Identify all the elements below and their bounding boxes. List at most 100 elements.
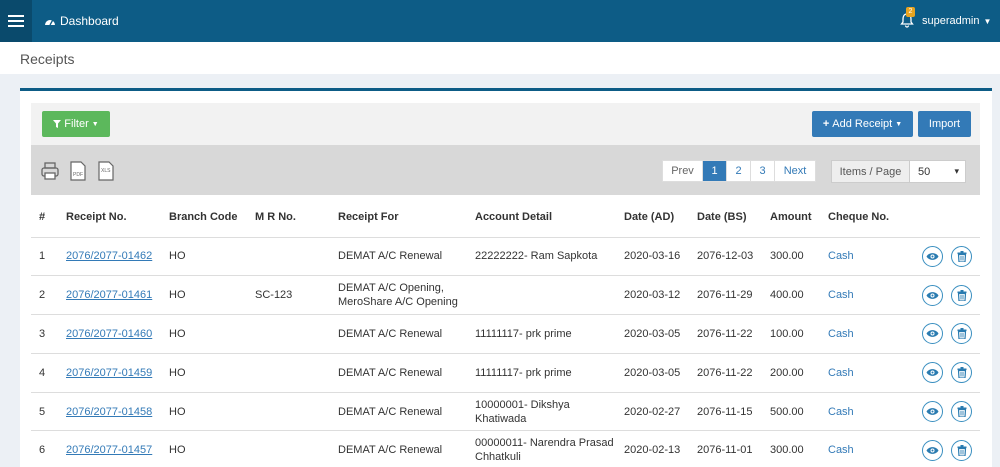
date-ad-cell: 2020-03-12: [616, 275, 689, 316]
receipt-for-cell: DEMAT A/C Renewal: [330, 430, 467, 467]
cheque-no-cell: Cash: [820, 314, 890, 354]
date-bs-cell: 2076-11-01: [689, 430, 762, 467]
branch-code-cell: HO: [161, 392, 247, 432]
import-button[interactable]: Import: [918, 111, 971, 137]
cheque-no-cell: Cash: [820, 275, 890, 316]
mr-no-cell: [247, 237, 330, 277]
next-page-button[interactable]: Next: [775, 161, 815, 181]
amount-cell: 500.00: [762, 392, 820, 432]
delete-button[interactable]: [951, 245, 972, 267]
account-detail-line: 22222222- Ram Sapkota: [475, 250, 598, 263]
eye-icon: [926, 369, 939, 377]
items-per-page-label: Items / Page: [832, 161, 910, 182]
account-detail-line: Khatiwada: [475, 412, 527, 425]
date-bs-cell: 2076-11-29: [689, 275, 762, 316]
username: superadmin: [922, 15, 980, 27]
row-number: 5: [31, 392, 58, 432]
mr-no-cell: [247, 392, 330, 432]
table-row: 5 2076/2077-01458 HO DEMAT A/C Renewal 10000…: [31, 392, 980, 432]
account-detail-line: 11111117- prk prime: [475, 327, 572, 340]
receipt-link[interactable]: 2076/2077-01462: [66, 250, 152, 262]
delete-button[interactable]: [951, 284, 972, 306]
delete-button[interactable]: [951, 323, 972, 345]
view-button[interactable]: [922, 284, 943, 306]
branch-code-cell: HO: [161, 430, 247, 467]
xls-icon[interactable]: XLS: [97, 161, 115, 181]
filter-button[interactable]: Filter ▼: [42, 111, 110, 137]
items-per-page-select[interactable]: 50 ▾: [910, 161, 965, 182]
dashboard-icon: [45, 20, 55, 26]
cheque-no-cell: Cash: [820, 430, 890, 467]
row-number: 1: [31, 237, 58, 277]
receipt-no-cell: 2076/2077-01462: [58, 237, 161, 277]
caret-down-icon: ▼: [91, 120, 99, 128]
receipt-link[interactable]: 2076/2077-01459: [66, 367, 152, 379]
delete-button[interactable]: [951, 439, 972, 461]
delete-button[interactable]: [951, 401, 972, 423]
receipts-panel: Filter ▼ + Add Receipt ▼ Import PDF XLS …: [20, 88, 992, 467]
table-row: 3 2076/2077-01460 HO DEMAT A/C Renewal 11111…: [31, 314, 980, 354]
mr-no-cell: [247, 353, 330, 393]
page-3-button[interactable]: 3: [751, 161, 775, 181]
amount-cell: 200.00: [762, 353, 820, 393]
receipt-for-cell: DEMAT A/C Renewal: [330, 353, 467, 393]
dashboard-label: Dashboard: [60, 14, 119, 28]
receipt-for-cell: DEMAT A/C Opening, MeroShare A/C Opening: [330, 275, 467, 316]
pdf-icon[interactable]: PDF: [69, 161, 87, 181]
account-detail-line: 11111117- prk prime: [475, 366, 572, 379]
receipt-no-cell: 2076/2077-01460: [58, 314, 161, 354]
column-header: Cheque No.: [820, 197, 890, 238]
date-bs-cell: 2076-11-15: [689, 392, 762, 432]
column-header: M R No.: [247, 197, 330, 238]
view-button[interactable]: [922, 439, 943, 461]
add-receipt-button[interactable]: + Add Receipt ▼: [812, 111, 913, 137]
cheque-value: Cash: [828, 289, 854, 302]
actions-cell: [890, 430, 980, 467]
date-ad-cell: 2020-02-13: [616, 430, 689, 467]
page-header: Receipts: [0, 42, 1000, 74]
view-button[interactable]: [922, 323, 943, 345]
receipt-for-cell: DEMAT A/C Renewal: [330, 237, 467, 277]
trash-icon: [957, 250, 966, 262]
date-ad-cell: 2020-03-05: [616, 353, 689, 393]
page-1-button[interactable]: 1: [703, 161, 727, 181]
receipt-for-line: DEMAT A/C Opening,: [338, 282, 444, 295]
actions-header: [890, 197, 980, 238]
page-title: Receipts: [20, 51, 75, 67]
account-detail-cell: 22222222- Ram Sapkota: [467, 237, 616, 277]
chevron-down-icon: ▾: [954, 166, 959, 176]
menu-toggle-button[interactable]: [0, 0, 32, 42]
dashboard-link[interactable]: Dashboard: [44, 0, 119, 42]
cheque-value: Cash: [828, 405, 854, 418]
actions-cell: [890, 275, 980, 316]
cheque-value: Cash: [828, 366, 854, 379]
actions-cell: [890, 314, 980, 354]
view-button[interactable]: [922, 362, 943, 384]
delete-button[interactable]: [951, 362, 972, 384]
items-per-page: Items / Page 50 ▾: [831, 160, 966, 183]
user-menu[interactable]: superadmin ▼: [922, 0, 991, 42]
notification-badge: 2: [906, 7, 915, 17]
trash-icon: [957, 444, 966, 456]
receipt-link[interactable]: 2076/2077-01458: [66, 406, 152, 418]
cheque-value: Cash: [828, 444, 854, 457]
view-button[interactable]: [922, 401, 943, 423]
view-button[interactable]: [922, 245, 943, 267]
print-icon[interactable]: [41, 161, 59, 181]
account-detail-line: 00000011- Narendra Prasad: [475, 437, 614, 450]
receipt-link[interactable]: 2076/2077-01461: [66, 289, 152, 301]
receipt-no-cell: 2076/2077-01457: [58, 430, 161, 467]
account-detail-cell: 00000011- Narendra Prasad Chhatkuli: [467, 430, 616, 467]
prev-page-button[interactable]: Prev: [663, 161, 703, 181]
branch-code-cell: HO: [161, 275, 247, 316]
trash-icon: [957, 328, 966, 340]
receipt-link[interactable]: 2076/2077-01460: [66, 328, 152, 340]
cheque-value: Cash: [828, 250, 854, 263]
mr-no-cell: [247, 430, 330, 467]
receipt-link[interactable]: 2076/2077-01457: [66, 444, 152, 456]
account-detail-cell: [467, 275, 616, 316]
page-2-button[interactable]: 2: [727, 161, 751, 181]
receipt-for-cell: DEMAT A/C Renewal: [330, 314, 467, 354]
date-bs-cell: 2076-11-22: [689, 314, 762, 354]
receipt-for-line: MeroShare A/C Opening: [338, 296, 458, 309]
